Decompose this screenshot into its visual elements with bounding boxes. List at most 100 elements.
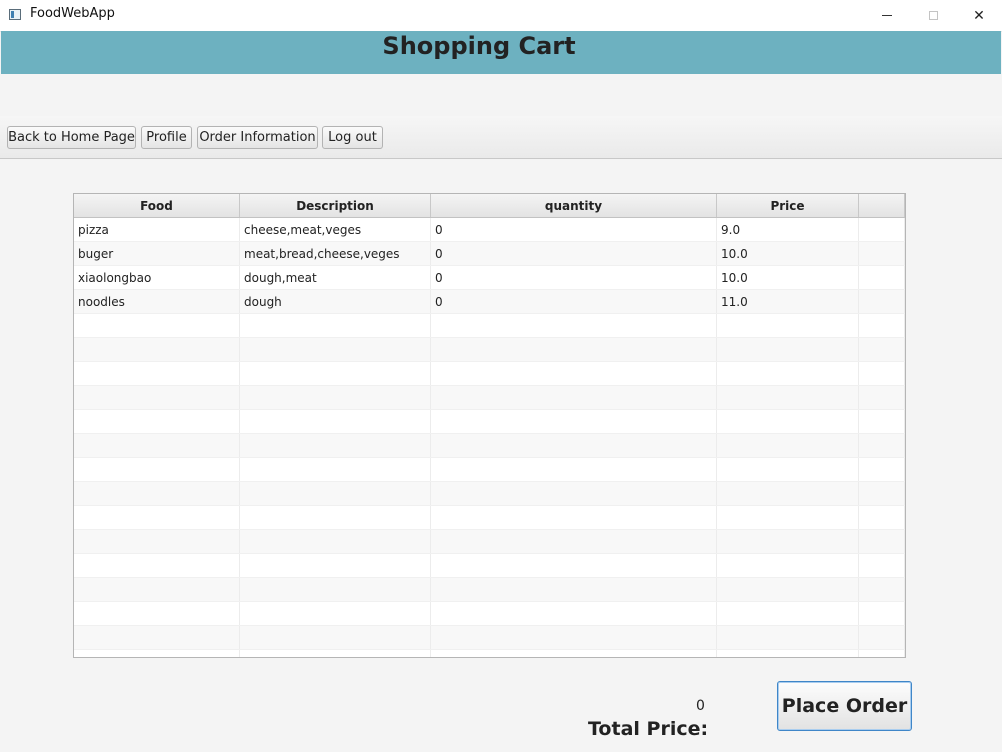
- empty-cell: [431, 314, 717, 338]
- empty-cell: [240, 434, 431, 458]
- empty-table-row[interactable]: [74, 338, 905, 362]
- cell-quantity: 0: [431, 218, 717, 242]
- empty-cell: [431, 602, 717, 626]
- maximize-icon: [928, 11, 938, 20]
- empty-cell: [74, 314, 240, 338]
- empty-cell: [859, 650, 905, 657]
- empty-cell: [240, 314, 431, 338]
- empty-cell: [717, 458, 859, 482]
- empty-cell: [717, 482, 859, 506]
- empty-cell: [74, 626, 240, 650]
- empty-table-row[interactable]: [74, 530, 905, 554]
- empty-cell: [240, 602, 431, 626]
- table-row[interactable]: buger meat,bread,cheese,veges 0 10.0: [74, 242, 905, 266]
- empty-cell: [859, 266, 905, 290]
- empty-cell: [859, 530, 905, 554]
- empty-table-row[interactable]: [74, 482, 905, 506]
- column-header-price[interactable]: Price: [717, 194, 859, 217]
- cell-food: buger: [74, 242, 240, 266]
- empty-cell: [431, 458, 717, 482]
- cell-food: noodles: [74, 290, 240, 314]
- empty-cell: [74, 386, 240, 410]
- empty-table-row[interactable]: [74, 362, 905, 386]
- empty-cell: [240, 554, 431, 578]
- window-title: FoodWebApp: [30, 6, 115, 21]
- empty-cell: [240, 338, 431, 362]
- empty-cell: [859, 410, 905, 434]
- empty-cell: [240, 530, 431, 554]
- close-icon: ✕: [973, 7, 985, 24]
- nav-toolbar: Back to Home Page Profile Order Informat…: [0, 116, 1002, 159]
- empty-table-row[interactable]: [74, 626, 905, 650]
- empty-cell: [431, 578, 717, 602]
- minimize-icon: [882, 15, 892, 16]
- empty-table-row[interactable]: [74, 410, 905, 434]
- empty-cell: [717, 506, 859, 530]
- cell-food: pizza: [74, 218, 240, 242]
- table-row[interactable]: xiaolongbao dough,meat 0 10.0: [74, 266, 905, 290]
- empty-cell: [240, 650, 431, 657]
- maximize-button[interactable]: [910, 0, 956, 31]
- empty-cell: [74, 338, 240, 362]
- empty-cell: [431, 554, 717, 578]
- cart-table[interactable]: Food Description quantity Price pizza che…: [73, 193, 906, 658]
- empty-cell: [431, 434, 717, 458]
- cell-description: cheese,meat,veges: [240, 218, 431, 242]
- cell-description: dough: [240, 290, 431, 314]
- order-information-button[interactable]: Order Information: [197, 126, 318, 149]
- empty-cell: [240, 482, 431, 506]
- cell-description: meat,bread,cheese,veges: [240, 242, 431, 266]
- table-row[interactable]: pizza cheese,meat,veges 0 9.0: [74, 218, 905, 242]
- empty-cell: [431, 506, 717, 530]
- empty-cell: [859, 506, 905, 530]
- column-header-description[interactable]: Description: [240, 194, 431, 217]
- empty-table-row[interactable]: [74, 386, 905, 410]
- empty-cell: [240, 578, 431, 602]
- empty-cell: [240, 362, 431, 386]
- log-out-button[interactable]: Log out: [322, 126, 383, 149]
- close-button[interactable]: ✕: [956, 0, 1002, 31]
- empty-cell: [240, 506, 431, 530]
- empty-cell: [717, 410, 859, 434]
- empty-cell: [74, 530, 240, 554]
- empty-cell: [717, 602, 859, 626]
- empty-cell: [717, 578, 859, 602]
- empty-cell: [240, 386, 431, 410]
- empty-table-row[interactable]: [74, 602, 905, 626]
- empty-table-row[interactable]: [74, 506, 905, 530]
- empty-table-row[interactable]: [74, 314, 905, 338]
- column-header-quantity[interactable]: quantity: [431, 194, 717, 217]
- empty-cell: [859, 602, 905, 626]
- column-header-food[interactable]: Food: [74, 194, 240, 217]
- empty-cell: [717, 650, 859, 657]
- empty-table-row[interactable]: [74, 554, 905, 578]
- cell-price: 9.0: [717, 218, 859, 242]
- place-order-button[interactable]: Place Order: [777, 681, 912, 731]
- empty-cell: [431, 530, 717, 554]
- empty-cell: [717, 386, 859, 410]
- minimize-button[interactable]: [864, 0, 910, 31]
- empty-cell: [74, 650, 240, 657]
- table-row[interactable]: noodles dough 0 11.0: [74, 290, 905, 314]
- empty-table-row[interactable]: [74, 458, 905, 482]
- profile-button[interactable]: Profile: [141, 126, 192, 149]
- empty-cell: [859, 482, 905, 506]
- empty-cell: [717, 434, 859, 458]
- empty-cell: [859, 242, 905, 266]
- empty-cell: [240, 458, 431, 482]
- page-title: Shopping Cart: [382, 32, 576, 60]
- empty-cell: [74, 602, 240, 626]
- cell-quantity: 0: [431, 290, 717, 314]
- empty-cell: [859, 554, 905, 578]
- empty-cell: [431, 362, 717, 386]
- back-to-home-button[interactable]: Back to Home Page: [7, 126, 136, 149]
- empty-table-row[interactable]: [74, 578, 905, 602]
- empty-cell: [859, 626, 905, 650]
- cell-quantity: 0: [431, 242, 717, 266]
- empty-cell: [74, 362, 240, 386]
- empty-table-row[interactable]: [74, 650, 905, 657]
- cell-price: 10.0: [717, 266, 859, 290]
- empty-table-row[interactable]: [74, 434, 905, 458]
- cell-quantity: 0: [431, 266, 717, 290]
- empty-cell: [431, 650, 717, 657]
